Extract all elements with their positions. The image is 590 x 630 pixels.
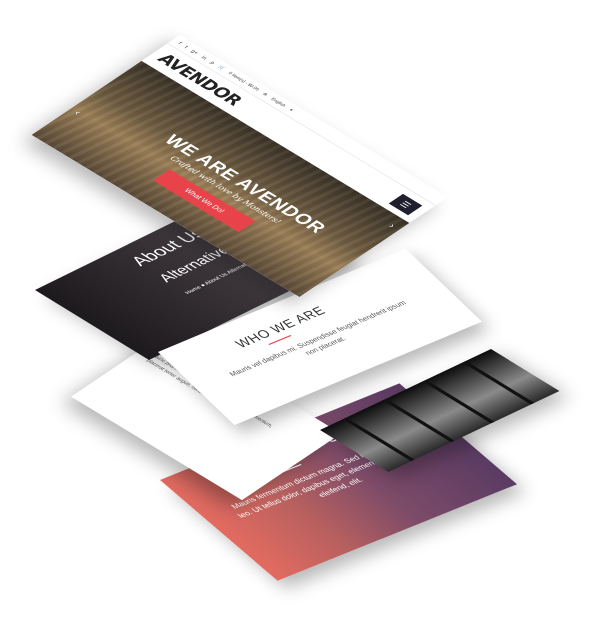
- cart-icon[interactable]: 🛒: [217, 65, 226, 71]
- chevron-down-icon[interactable]: ▾: [288, 108, 294, 112]
- beam: [382, 398, 455, 443]
- pinterest-icon[interactable]: p: [209, 60, 216, 65]
- menu-button[interactable]: ☰: [388, 193, 423, 216]
- globe-icon: ⊕: [261, 92, 269, 97]
- twitter-icon[interactable]: t: [184, 45, 190, 49]
- linkedin-icon[interactable]: in: [200, 55, 209, 60]
- beam: [462, 360, 535, 405]
- beam: [422, 379, 495, 424]
- breadcrumb-home[interactable]: Home: [183, 285, 202, 295]
- hamburger-icon: ☰: [397, 199, 414, 210]
- google-plus-icon[interactable]: g+: [190, 49, 200, 55]
- facebook-icon[interactable]: f: [177, 41, 183, 45]
- language-select[interactable]: English: [270, 97, 287, 108]
